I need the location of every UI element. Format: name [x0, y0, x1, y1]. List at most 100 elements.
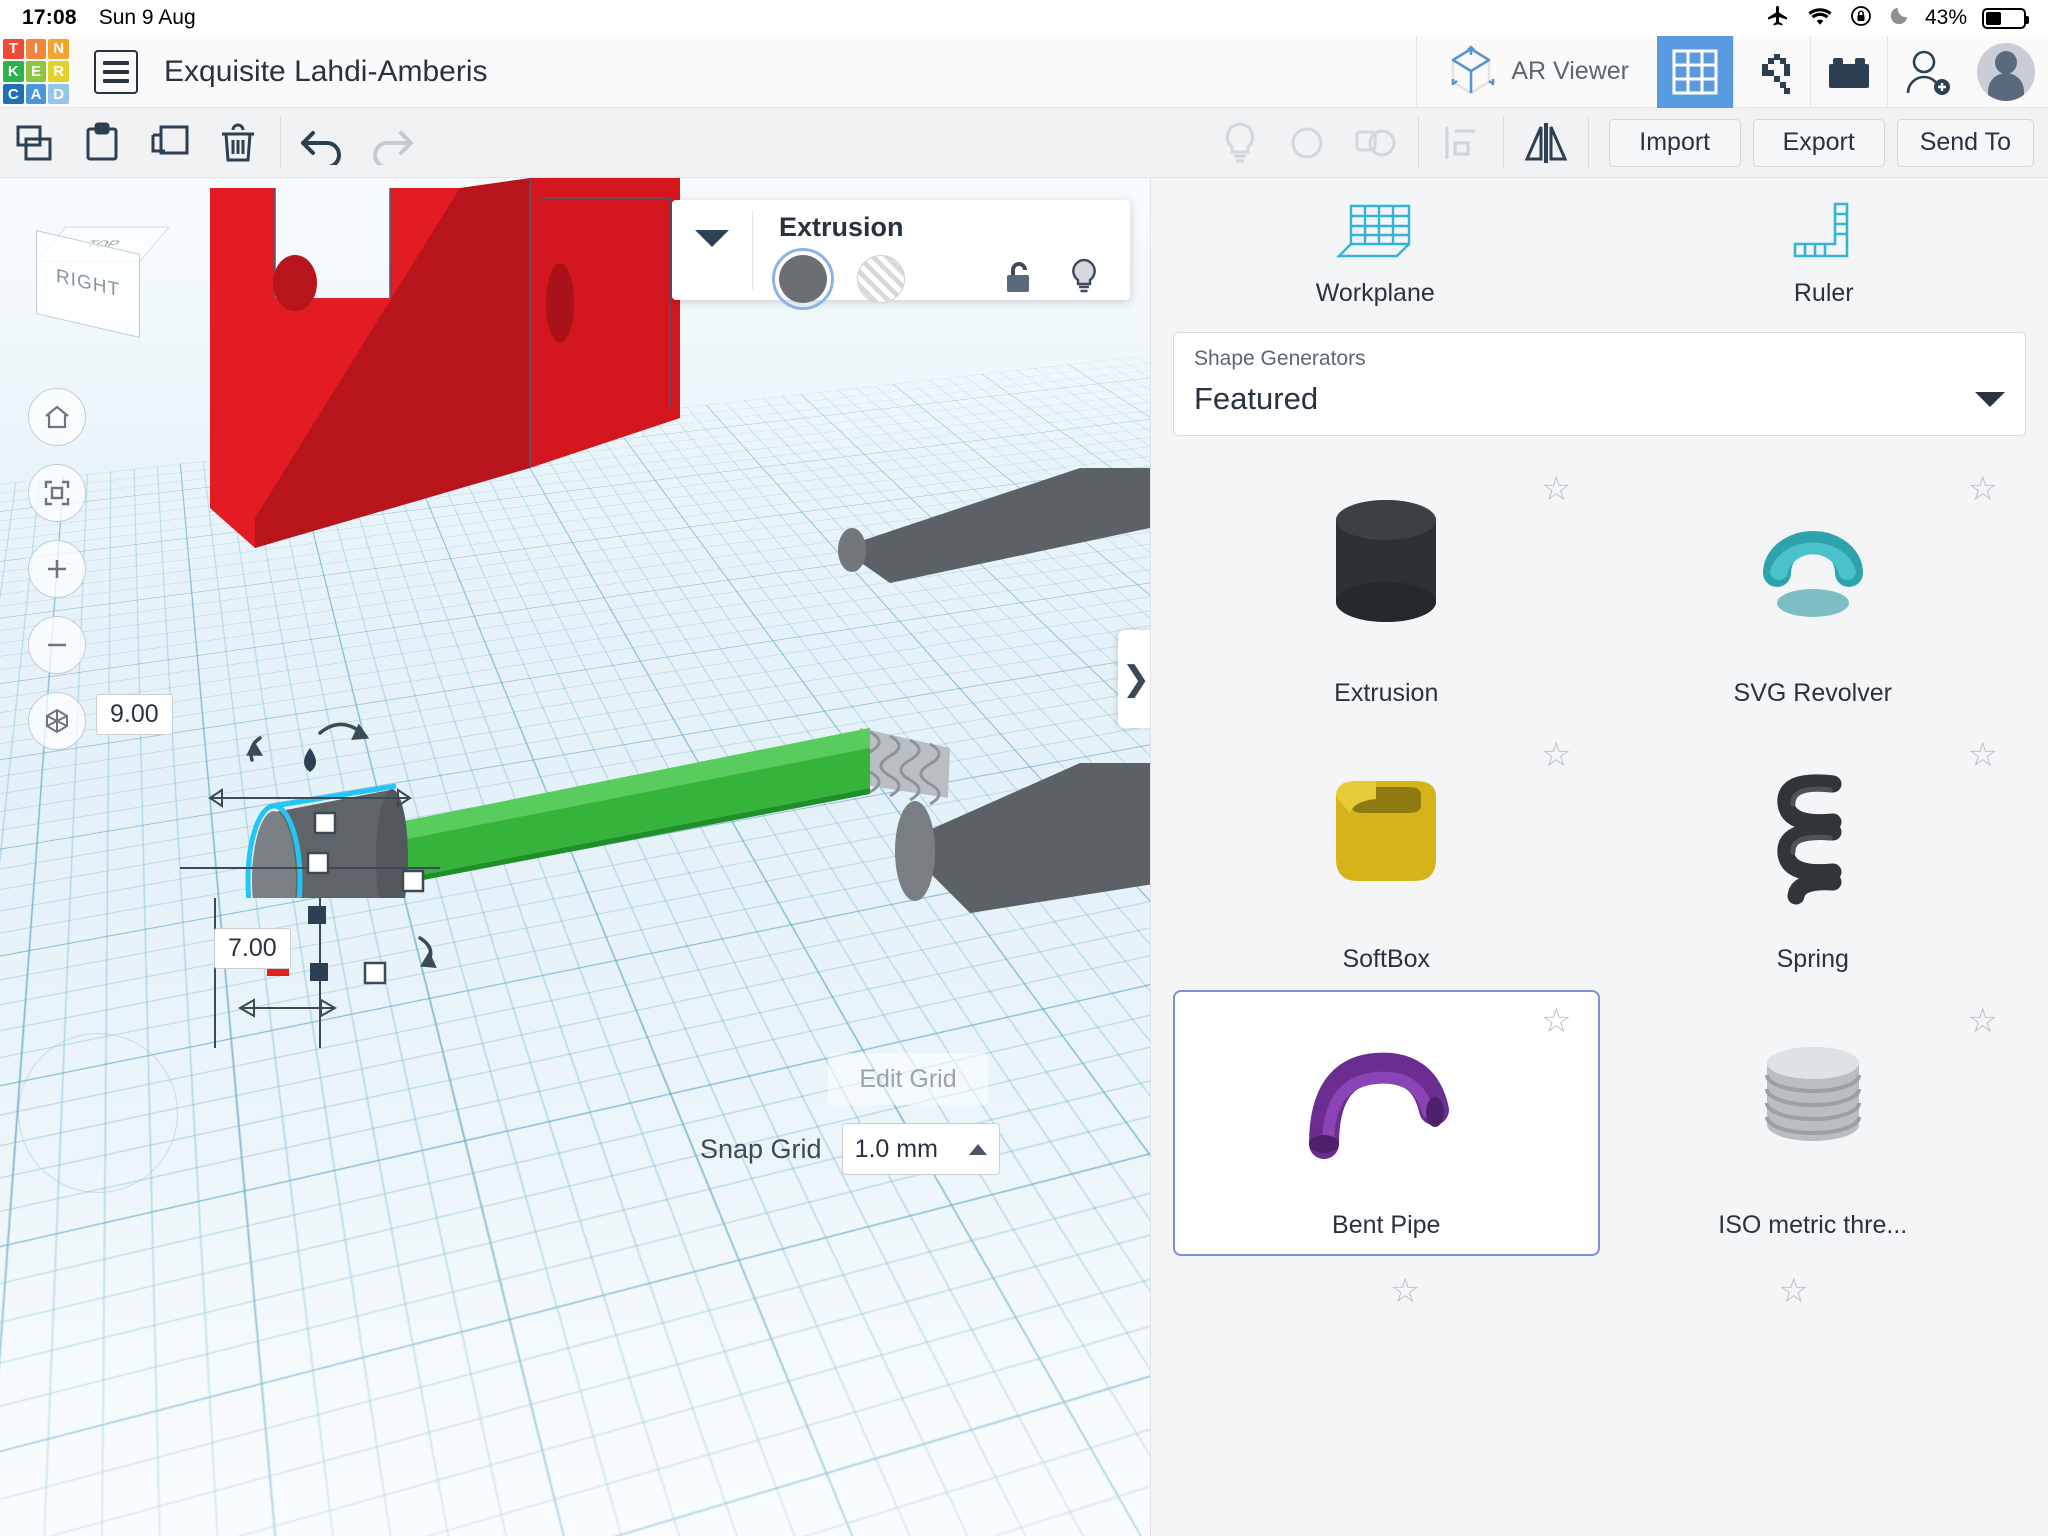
favorite-star-icon[interactable]: ☆ — [1390, 1274, 1420, 1308]
logo-tile-n: N — [48, 38, 69, 60]
status-bar-right: 43% — [1765, 4, 2029, 33]
3d-workplane-canvas[interactable]: 9.00 7.00 TOP RIGHT Extrusion ❯ Edit Gri… — [0, 178, 1150, 1536]
minecraft-pickaxe-icon[interactable] — [1734, 36, 1810, 108]
ortho-perspective-icon[interactable] — [28, 692, 86, 750]
logo-tile-i: I — [25, 38, 47, 60]
undo-icon[interactable] — [289, 108, 357, 178]
list-menu-icon[interactable] — [94, 49, 138, 94]
solid-color-swatch[interactable] — [772, 248, 834, 310]
gray-pipe-top[interactable] — [830, 458, 1150, 588]
tinkercad-logo[interactable]: T I N K E R C A D — [0, 36, 72, 108]
status-bar: 17:08 Sun 9 Aug 43% — [0, 0, 2048, 36]
favorite-star-icon[interactable]: ☆ — [1541, 472, 1571, 506]
shape-card-softbox[interactable]: ☆ SoftBox — [1173, 724, 1600, 990]
header-right-group: AR Viewer — [1416, 35, 2048, 108]
svg-revolver-thumb — [1602, 460, 2025, 679]
copy-icon[interactable] — [0, 108, 68, 178]
add-user-icon[interactable] — [1888, 36, 1964, 108]
favorite-star-icon[interactable]: ☆ — [1541, 738, 1571, 772]
shape-generators-select[interactable]: Featured — [1194, 381, 2005, 417]
shape-card-bent-pipe[interactable]: ☆ Bent Pipe — [1173, 990, 1600, 1256]
status-time: 17:08 — [22, 6, 77, 29]
blocks-grid-icon[interactable] — [1657, 35, 1733, 108]
snap-grid-label: Snap Grid — [700, 1133, 822, 1164]
zoom-in-icon[interactable] — [28, 540, 86, 598]
shape-inspector-panel[interactable]: Extrusion — [672, 200, 1130, 310]
right-shapes-panel: Workplane Ruler Shape Generators Feature… — [1150, 178, 2048, 1536]
inspector-body: Extrusion — [753, 200, 1130, 310]
wifi-icon — [1806, 5, 1834, 32]
ruler-label: Ruler — [1793, 279, 1854, 307]
light-bulb-icon — [1206, 108, 1274, 178]
light-bulb-icon[interactable] — [1068, 258, 1100, 301]
shape-generators-value: Featured — [1194, 381, 1319, 416]
rotation-lock-icon — [1849, 4, 1873, 33]
logo-tile-c: C — [3, 83, 24, 105]
logo-tile-e: E — [25, 61, 47, 82]
delete-trash-icon[interactable] — [204, 108, 272, 178]
shape-card-svg-revolver[interactable]: ☆ SVG Revolver — [1600, 458, 2027, 724]
favorite-star-icon[interactable]: ☆ — [1779, 1274, 1809, 1308]
toolbar-divider-2 — [1417, 116, 1419, 169]
ar-viewer-label: AR Viewer — [1511, 57, 1629, 85]
redo-icon[interactable] — [357, 108, 425, 178]
app-header: T I N K E R C A D Exquisite Lahdi-Amberi… — [0, 35, 2048, 108]
chevron-down-icon[interactable] — [672, 200, 752, 300]
lego-brick-icon[interactable] — [1811, 36, 1887, 108]
battery-percent: 43% — [1924, 6, 1967, 29]
unlock-padlock-icon[interactable] — [1002, 259, 1036, 300]
export-button[interactable]: Export — [1752, 118, 1885, 167]
logo-tile-d: D — [48, 83, 69, 105]
dimension-label-width[interactable]: 9.00 — [96, 694, 173, 735]
shape-name: SVG Revolver — [1733, 679, 1892, 707]
panel-tools-row: Workplane Ruler — [1151, 178, 2048, 318]
view-cube[interactable]: TOP RIGHT — [22, 208, 170, 339]
workplane-tool[interactable]: Workplane — [1151, 200, 1600, 308]
battery-icon — [1982, 7, 2029, 29]
edit-grid-button[interactable]: Edit Grid — [828, 1053, 988, 1105]
workplane-icon — [1335, 200, 1415, 267]
favorite-star-icon[interactable]: ☆ — [1968, 472, 1998, 506]
snap-grid-control: Snap Grid 1.0 mm — [700, 1123, 1000, 1175]
avatar[interactable] — [1964, 36, 2048, 108]
zoom-out-icon[interactable] — [28, 616, 86, 674]
extrusion-cylinder-thumb — [1175, 460, 1598, 679]
shape-card-iso-metric-thread[interactable]: ☆ ISO metric thre... — [1600, 990, 2027, 1256]
align-icon — [1427, 108, 1495, 178]
paste-icon[interactable] — [68, 108, 136, 178]
shape-card-extrusion[interactable]: ☆ Extrusion — [1173, 458, 1600, 724]
mirror-flip-icon[interactable] — [1512, 108, 1580, 178]
fit-to-view-icon[interactable] — [28, 464, 86, 522]
softbox-thumb — [1175, 726, 1598, 945]
hole-swatch[interactable] — [857, 255, 905, 303]
edit-toolbar: Import Export Send To — [0, 108, 2048, 178]
selection-handles[interactable] — [120, 508, 680, 1128]
snap-grid-select[interactable]: 1.0 mm — [841, 1123, 1000, 1175]
red-bracket-shape[interactable] — [200, 178, 700, 558]
chevron-down-icon — [1975, 391, 2005, 407]
favorite-star-icon[interactable]: ☆ — [1968, 738, 1998, 772]
duplicate-icon[interactable] — [136, 108, 204, 178]
favorite-star-icon[interactable]: ☆ — [1541, 1004, 1571, 1038]
import-button[interactable]: Import — [1608, 118, 1741, 167]
page-title: Exquisite Lahdi-Amberis — [164, 54, 488, 88]
home-view-icon[interactable] — [28, 388, 86, 446]
status-date: Sun 9 Aug — [98, 6, 196, 29]
logo-tile-r: R — [48, 61, 69, 82]
shape-list: ☆ Extrusion ☆ SVG Revolver ☆ SoftBox ☆ S… — [1151, 458, 2048, 1256]
orbit-touch-circle[interactable] — [18, 1033, 178, 1193]
inspector-controls — [772, 248, 1108, 310]
toolbar-divider-4 — [1587, 116, 1589, 169]
ar-viewer-button[interactable]: AR Viewer — [1417, 36, 1657, 108]
panel-expand-arrow[interactable]: ❯ — [1118, 630, 1150, 728]
ruler-tool[interactable]: Ruler — [1600, 200, 2048, 308]
shape-card-spring[interactable]: ☆ Spring — [1600, 724, 2027, 990]
ruler-icon — [1789, 200, 1859, 267]
favorite-star-icon[interactable]: ☆ — [1968, 1004, 1998, 1038]
object-tools — [1206, 108, 1597, 178]
dimension-label-depth[interactable]: 7.00 — [214, 928, 291, 969]
shape-name: ISO metric thre... — [1718, 1211, 1908, 1239]
inspector-title: Extrusion — [779, 212, 904, 242]
send-to-button[interactable]: Send To — [1896, 118, 2034, 167]
ungroup-icon — [1342, 108, 1410, 178]
